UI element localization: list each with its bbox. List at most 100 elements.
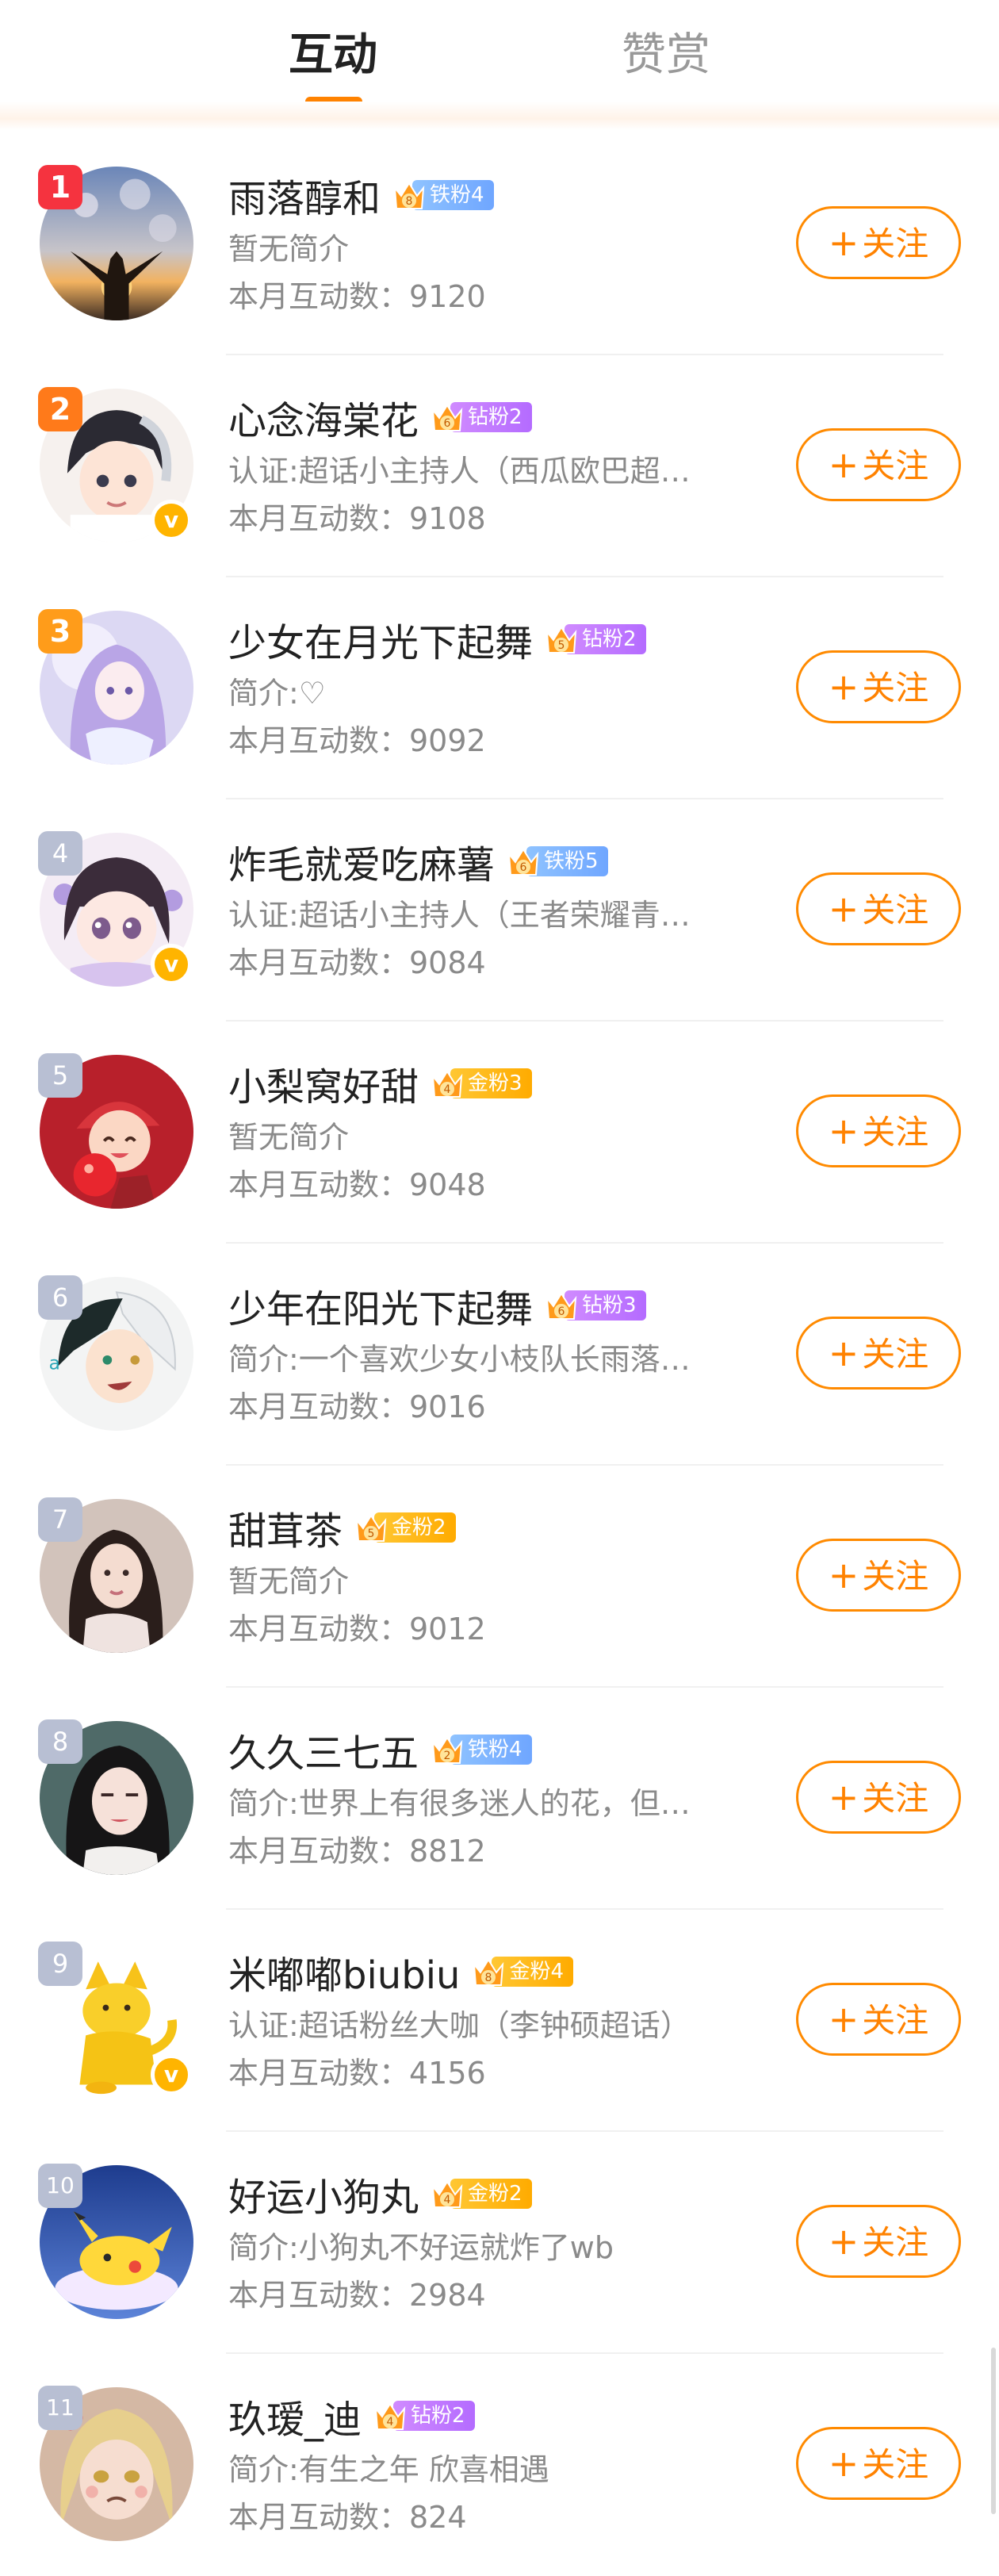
user-bio: 认证:超话小主持人（西瓜欧巴超… <box>228 454 691 489</box>
plus-icon: + <box>828 887 859 930</box>
user-name[interactable]: 雨落醇和 <box>228 167 381 223</box>
crown-icon: 8 <box>393 182 425 209</box>
monthly-interaction-count: 本月互动数：9012 <box>228 1612 486 1646</box>
user-bio: 暂无简介 <box>228 232 350 266</box>
fan-list-item[interactable]: 7 甜茸茶 5 金粉2 暂无简介 本月互动数：9012 +关注 <box>0 1466 999 1688</box>
user-name[interactable]: 少女在月光下起舞 <box>228 611 533 667</box>
user-name[interactable]: 玖瑷_迪 <box>228 2388 362 2444</box>
tab-interaction[interactable]: 互动 <box>238 24 428 87</box>
fan-ranking-list: 1 雨落醇和 8 铁粉4 暂无简介 本月互动数：9120 +关注 2 v 心念海… <box>0 133 999 2576</box>
follow-button[interactable]: +关注 <box>796 428 961 501</box>
fan-list-item[interactable]: 11 玖瑷_迪 4 钻粉2 简介:有生之年 欣喜相遇 本月互动数：824 +关注 <box>0 2354 999 2576</box>
tab-bar: 互动 赞赏 <box>0 0 999 130</box>
rank-badge: 4 <box>38 831 82 876</box>
user-bio: 简介:世界上有很多迷人的花，但… <box>228 1786 691 1821</box>
follow-button[interactable]: +关注 <box>796 1983 961 2056</box>
user-name[interactable]: 米嘟嘟biubiu <box>228 1944 460 1999</box>
follow-button[interactable]: +关注 <box>796 2427 961 2500</box>
plus-icon: + <box>828 1110 859 1152</box>
crown-icon: 5 <box>545 626 577 654</box>
crown-icon: 6 <box>507 848 539 876</box>
rank-badge: 5 <box>38 1053 82 1098</box>
follow-button[interactable]: +关注 <box>796 1539 961 1612</box>
svg-text:8: 8 <box>406 195 413 208</box>
user-name[interactable]: 好运小狗丸 <box>228 2166 419 2221</box>
fan-list-item[interactable]: 6 a 少年在阳光下起舞 6 钻粉3 简介:一个喜欢少女小枝队长雨落… 本月互动… <box>0 1244 999 1466</box>
monthly-interaction-count: 本月互动数：8812 <box>228 1834 486 1869</box>
plus-icon: + <box>828 221 859 264</box>
fan-list-item[interactable]: 5 小梨窝好甜 4 金粉3 暂无简介 本月互动数：9048 +关注 <box>0 1022 999 1244</box>
follow-label: 关注 <box>862 2223 929 2262</box>
plus-icon: + <box>828 443 859 486</box>
plus-icon: + <box>828 1776 859 1819</box>
crown-icon: 4 <box>431 2180 463 2208</box>
follow-label: 关注 <box>862 224 929 263</box>
rank-badge: 6 <box>38 1275 82 1320</box>
user-bio: 暂无简介 <box>228 1120 350 1155</box>
fan-list-item[interactable]: 2 v 心念海棠花 6 钻粉2 认证:超话小主持人（西瓜欧巴超… 本月互动数：9… <box>0 355 999 577</box>
svg-text:4: 4 <box>387 2416 394 2428</box>
svg-text:8: 8 <box>485 1972 492 1984</box>
follow-button[interactable]: +关注 <box>796 650 961 723</box>
fan-badge: 5 金粉2 <box>352 1509 456 1546</box>
user-bio: 简介:♡ <box>228 676 326 711</box>
svg-text:6: 6 <box>520 861 527 874</box>
user-bio: 认证:超话粉丝大咖（李钟硕超话） <box>228 2008 691 2043</box>
user-bio: 简介:小狗丸不好运就炸了wb <box>228 2230 614 2265</box>
user-name[interactable]: 少年在阳光下起舞 <box>228 1278 533 1333</box>
svg-text:4: 4 <box>444 1083 451 1096</box>
fan-list-item[interactable]: 4 v 炸毛就爱吃麻薯 6 铁粉5 认证:超话小主持人（王者荣耀青… 本月互动数… <box>0 799 999 1022</box>
follow-label: 关注 <box>862 2001 929 2040</box>
user-name[interactable]: 炸毛就爱吃麻薯 <box>228 834 495 889</box>
monthly-interaction-count: 本月互动数：9092 <box>228 723 486 758</box>
plus-icon: + <box>828 665 859 708</box>
monthly-interaction-count: 本月互动数：9108 <box>228 501 486 536</box>
svg-text:2: 2 <box>444 1750 451 1762</box>
fan-list-item[interactable]: 10 好运小狗丸 4 金粉2 简介:小狗丸不好运就炸了wb 本月互动数：2984… <box>0 2132 999 2354</box>
svg-text:5: 5 <box>368 1528 375 1540</box>
fan-list-item[interactable]: 1 雨落醇和 8 铁粉4 暂无简介 本月互动数：9120 +关注 <box>0 133 999 355</box>
follow-label: 关注 <box>862 1113 929 1152</box>
svg-text:6: 6 <box>444 417 451 430</box>
rank-badge: 1 <box>38 165 82 209</box>
rank-badge: 2 <box>38 387 82 431</box>
follow-label: 关注 <box>862 2445 929 2484</box>
svg-text:6: 6 <box>558 1305 565 1318</box>
follow-button[interactable]: +关注 <box>796 1761 961 1834</box>
fan-badge: 6 铁粉5 <box>504 843 608 880</box>
user-name[interactable]: 心念海棠花 <box>228 389 419 445</box>
follow-label: 关注 <box>862 669 929 707</box>
svg-text:4: 4 <box>444 2194 451 2206</box>
rank-badge: 8 <box>38 1719 82 1764</box>
follow-button[interactable]: +关注 <box>796 872 961 945</box>
fan-badge: 4 钻粉2 <box>371 2398 475 2434</box>
follow-button[interactable]: +关注 <box>796 1094 961 1167</box>
user-name[interactable]: 小梨窝好甜 <box>228 1056 419 1111</box>
monthly-interaction-count: 本月互动数：9048 <box>228 1167 486 1202</box>
follow-button[interactable]: +关注 <box>796 206 961 279</box>
fan-badge: 6 钻粉2 <box>428 399 532 435</box>
svg-text:5: 5 <box>558 639 565 652</box>
user-name[interactable]: 久久三七五 <box>228 1722 419 1777</box>
crown-icon: 4 <box>374 2402 406 2430</box>
fan-badge: 8 铁粉4 <box>390 177 494 213</box>
user-bio: 暂无简介 <box>228 1564 350 1599</box>
plus-icon: + <box>828 1998 859 2041</box>
fan-list-item[interactable]: 9 v 米嘟嘟biubiu 8 金粉4 认证:超话粉丝大咖（李钟硕超话） 本月互… <box>0 1910 999 2132</box>
rank-badge: 11 <box>38 2386 82 2430</box>
user-name[interactable]: 甜茸茶 <box>228 1500 343 1555</box>
crown-icon: 8 <box>473 1958 504 1986</box>
rank-badge: 9 <box>38 1942 82 1986</box>
fan-badge: 2 铁粉4 <box>428 1731 532 1768</box>
follow-label: 关注 <box>862 1557 929 1596</box>
follow-button[interactable]: +关注 <box>796 1317 961 1390</box>
follow-button[interactable]: +关注 <box>796 2205 961 2278</box>
fan-badge: 8 金粉4 <box>469 1953 574 1990</box>
scrollbar[interactable] <box>991 2348 996 2514</box>
verified-icon: v <box>151 2054 192 2095</box>
fan-list-item[interactable]: 8 久久三七五 2 铁粉4 简介:世界上有很多迷人的花，但… 本月互动数：881… <box>0 1688 999 1910</box>
plus-icon: + <box>828 1554 859 1597</box>
svg-text:a: a <box>49 1352 60 1374</box>
fan-list-item[interactable]: 3 少女在月光下起舞 5 钻粉2 简介:♡ 本月互动数：9092 +关注 <box>0 577 999 799</box>
tab-reward[interactable]: 赞赏 <box>571 24 761 87</box>
